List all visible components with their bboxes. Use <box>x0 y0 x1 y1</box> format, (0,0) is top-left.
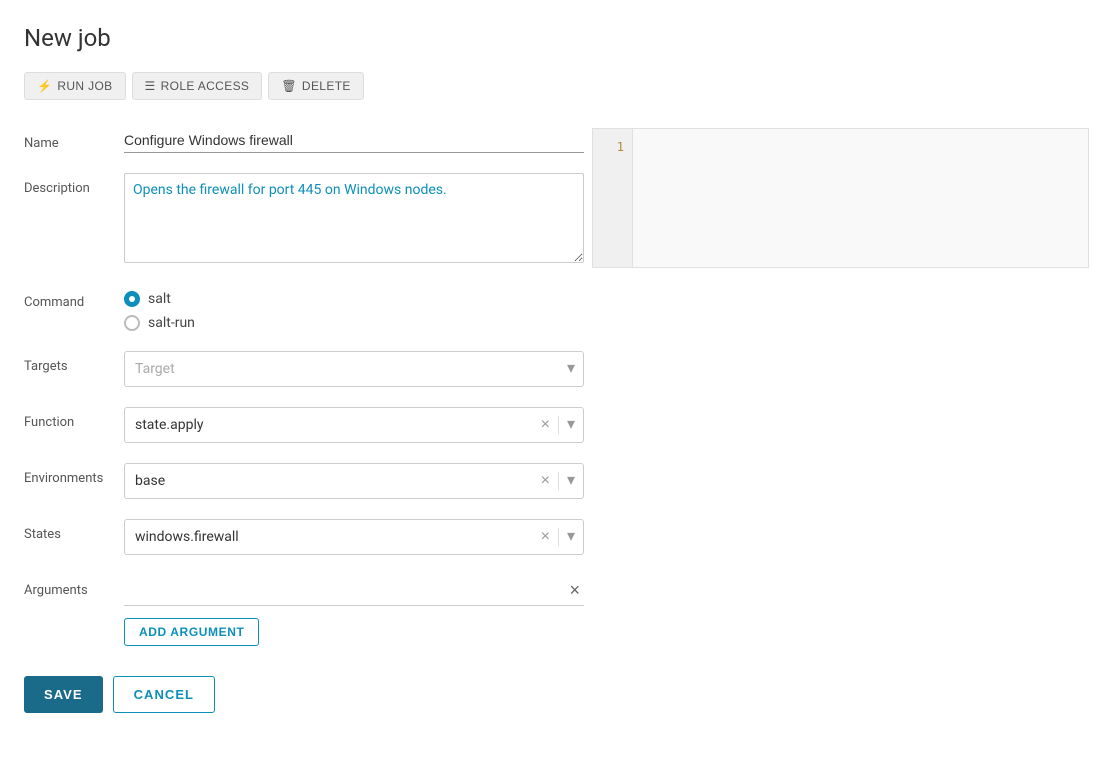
environments-clear-icon[interactable]: × <box>537 471 554 491</box>
save-button[interactable]: SAVE <box>24 676 103 713</box>
function-select[interactable]: state.apply × ▾ <box>124 407 584 443</box>
arguments-input[interactable] <box>124 582 565 598</box>
run-job-icon: ⚡ <box>37 79 52 93</box>
command-label: Command <box>24 287 124 310</box>
role-access-icon: ☰ <box>145 79 156 93</box>
function-value: state.apply <box>135 409 537 441</box>
radio-salt-run-label: salt-run <box>148 315 195 331</box>
description-field: Opens the firewall for port 445 on Windo… <box>124 173 584 267</box>
radio-salt-label: salt <box>148 291 171 307</box>
states-label: States <box>24 519 124 542</box>
page-container: New job ⚡ RUN JOB ☰ ROLE ACCESS 🗑 DELETE… <box>0 0 1113 768</box>
line-numbers: 1 <box>593 129 633 267</box>
form-right: 1 <box>592 128 1089 713</box>
function-actions: × ▾ <box>537 415 579 435</box>
targets-actions: ▾ <box>563 359 579 379</box>
add-argument-button[interactable]: ADD ARGUMENT <box>124 618 259 646</box>
code-editor[interactable]: 1 <box>592 128 1089 268</box>
run-job-button[interactable]: ⚡ RUN JOB <box>24 72 126 100</box>
environments-field: base × ▾ <box>124 463 584 499</box>
page-title: New job <box>24 24 1089 52</box>
environments-divider <box>558 472 559 490</box>
name-field <box>124 128 584 153</box>
targets-placeholder: Target <box>135 353 563 385</box>
line-number-1: 1 <box>593 137 632 157</box>
function-clear-icon[interactable]: × <box>537 415 554 435</box>
description-label: Description <box>24 173 124 196</box>
function-divider <box>558 416 559 434</box>
function-label: Function <box>24 407 124 430</box>
states-select[interactable]: windows.firewall × ▾ <box>124 519 584 555</box>
arguments-field: × ADD ARGUMENT <box>124 575 584 646</box>
delete-button[interactable]: 🗑 DELETE <box>268 72 363 100</box>
radio-salt-run[interactable]: salt-run <box>124 315 584 331</box>
arguments-clear-icon[interactable]: × <box>565 579 584 601</box>
function-row: Function state.apply × ▾ <box>24 407 584 443</box>
radio-salt-indicator <box>124 291 140 307</box>
form-left: Name Description Opens the firewall for … <box>24 128 584 713</box>
targets-dropdown-icon[interactable]: ▾ <box>563 359 579 379</box>
arguments-input-wrapper: × <box>124 575 584 606</box>
name-input[interactable] <box>124 128 584 153</box>
states-field: windows.firewall × ▾ <box>124 519 584 555</box>
function-field: state.apply × ▾ <box>124 407 584 443</box>
targets-select[interactable]: Target ▾ <box>124 351 584 387</box>
toolbar: ⚡ RUN JOB ☰ ROLE ACCESS 🗑 DELETE <box>24 72 1089 100</box>
environments-value: base <box>135 465 537 497</box>
environments-row: Environments base × ▾ <box>24 463 584 499</box>
states-actions: × ▾ <box>537 527 579 547</box>
delete-icon: 🗑 <box>281 79 297 93</box>
name-row: Name <box>24 128 584 153</box>
states-value: windows.firewall <box>135 521 537 553</box>
command-field: salt salt-run <box>124 287 584 331</box>
footer-actions: SAVE CANCEL <box>24 676 584 713</box>
states-row: States windows.firewall × ▾ <box>24 519 584 555</box>
states-clear-icon[interactable]: × <box>537 527 554 547</box>
function-dropdown-icon[interactable]: ▾ <box>563 415 579 435</box>
targets-field: Target ▾ <box>124 351 584 387</box>
arguments-row: Arguments × ADD ARGUMENT <box>24 575 584 646</box>
environments-select[interactable]: base × ▾ <box>124 463 584 499</box>
states-dropdown-icon[interactable]: ▾ <box>563 527 579 547</box>
arguments-label: Arguments <box>24 575 124 598</box>
radio-salt-run-indicator <box>124 315 140 331</box>
name-label: Name <box>24 128 124 151</box>
code-content[interactable] <box>633 129 1088 267</box>
description-row: Description Opens the firewall for port … <box>24 173 584 267</box>
environments-label: Environments <box>24 463 124 486</box>
description-input[interactable]: Opens the firewall for port 445 on Windo… <box>124 173 584 263</box>
targets-row: Targets Target ▾ <box>24 351 584 387</box>
form-area: Name Description Opens the firewall for … <box>24 128 1089 713</box>
radio-salt[interactable]: salt <box>124 291 584 307</box>
role-access-button[interactable]: ☰ ROLE ACCESS <box>132 72 263 100</box>
cancel-button[interactable]: CANCEL <box>113 676 215 713</box>
targets-label: Targets <box>24 351 124 374</box>
states-divider <box>558 528 559 546</box>
environments-dropdown-icon[interactable]: ▾ <box>563 471 579 491</box>
command-row: Command salt salt-run <box>24 287 584 331</box>
environments-actions: × ▾ <box>537 471 579 491</box>
